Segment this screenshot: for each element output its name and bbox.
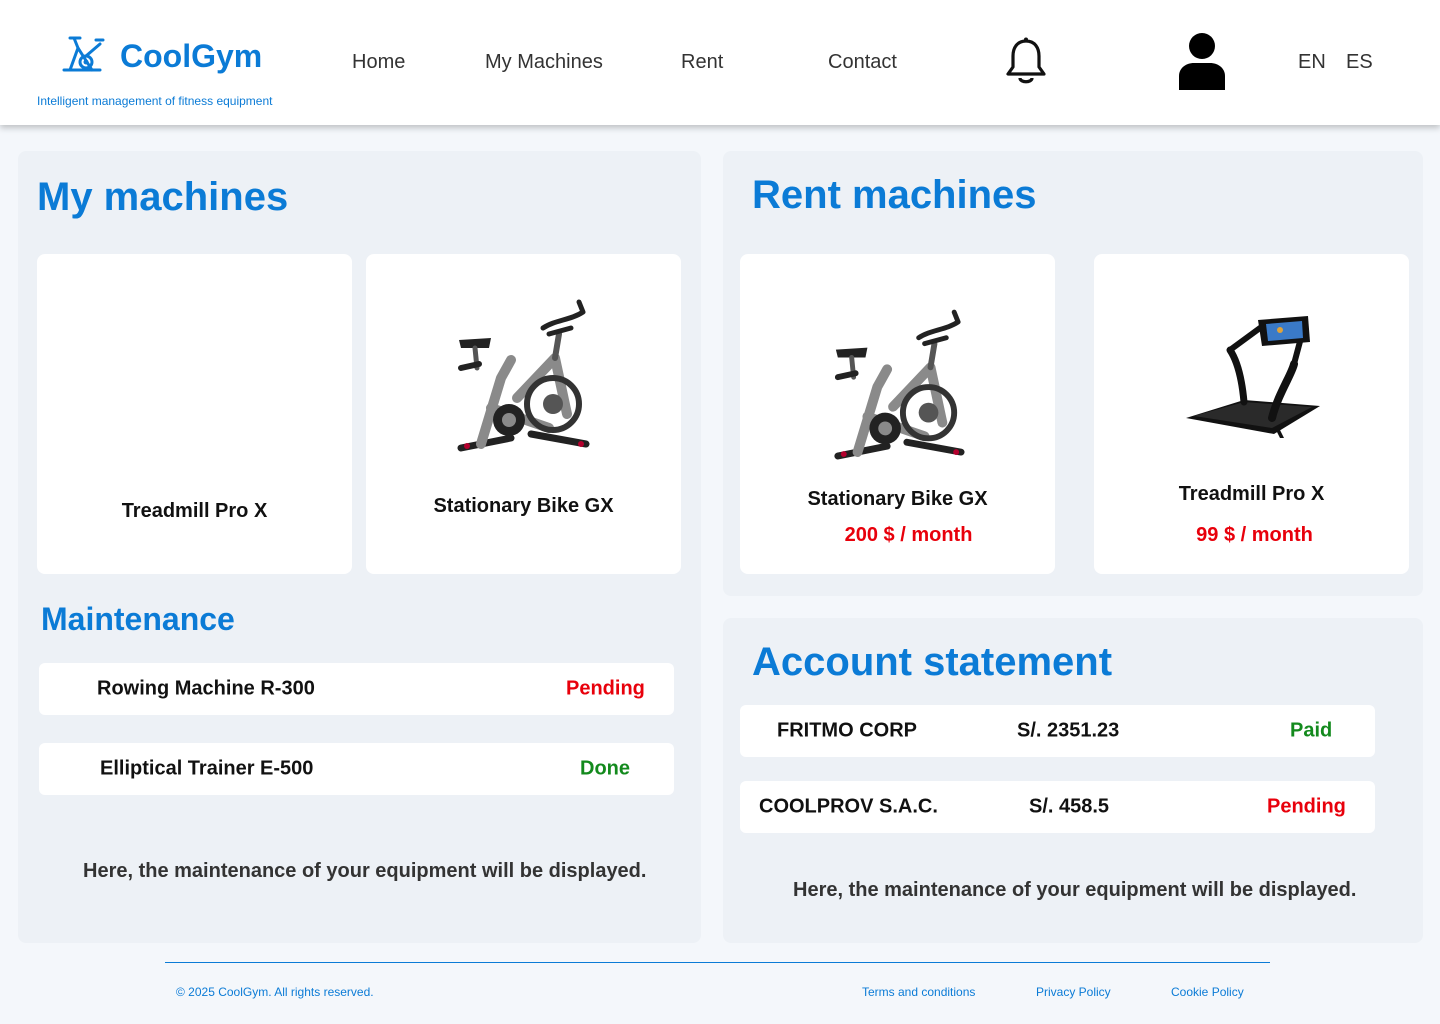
my-machine-card-treadmill[interactable]: Treadmill Pro X <box>37 254 352 574</box>
maintenance-title: Maintenance <box>41 601 235 637</box>
machine-name: Stationary Bike GX <box>433 495 614 517</box>
brand-name[interactable]: CoolGym <box>120 38 262 75</box>
statement-amount: S/. 2351.23 <box>1017 719 1120 742</box>
maintenance-status-badge: Pending <box>566 677 645 700</box>
maintenance-row[interactable]: Rowing Machine R-300 Pending <box>39 663 674 715</box>
footer-divider <box>165 962 1270 963</box>
rent-machine-name: Stationary Bike GX <box>807 488 988 510</box>
nav-rent[interactable]: Rent <box>681 51 723 74</box>
maintenance-machine: Rowing Machine R-300 <box>97 677 315 700</box>
statement-company: FRITMO CORP <box>777 719 917 742</box>
rent-price: 200 $ / month <box>844 524 973 546</box>
user-profile-icon[interactable] <box>1176 32 1228 90</box>
rent-card-bike[interactable]: Stationary Bike GX 200 $ / month <box>740 254 1055 574</box>
rent-price: 99 $ / month <box>1196 524 1313 546</box>
statement-status-badge: Pending <box>1267 795 1346 818</box>
rent-machines-title: Rent machines <box>752 173 1037 217</box>
account-statement-title: Account statement <box>752 640 1113 684</box>
footer-link-cookie[interactable]: Cookie Policy <box>1171 985 1244 999</box>
rent-machines-panel: Rent machines Stationary Bike GX 200 $ /… <box>723 151 1423 596</box>
maintenance-note: Here, the maintenance of your equipment … <box>83 860 647 882</box>
rent-card-treadmill[interactable]: Treadmill Pro X 99 $ / month <box>1094 254 1409 574</box>
top-header: CoolGym Intelligent management of fitnes… <box>0 0 1440 125</box>
statement-row[interactable]: COOLPROV S.A.C. S/. 458.5 Pending <box>740 781 1375 833</box>
footer-link-privacy[interactable]: Privacy Policy <box>1036 985 1111 999</box>
rent-machine-name: Treadmill Pro X <box>1178 483 1325 505</box>
footer-copyright: © 2025 CoolGym. All rights reserved. <box>176 985 374 999</box>
statement-status-badge: Paid <box>1290 719 1333 742</box>
my-machines-panel: My machines Treadmill Pro X Stationary B… <box>18 151 701 943</box>
notification-bell-icon[interactable] <box>1004 36 1048 86</box>
footer-link-terms[interactable]: Terms and conditions <box>862 985 975 999</box>
nav-home[interactable]: Home <box>352 51 405 74</box>
my-machine-card-bike[interactable]: Stationary Bike GX <box>366 254 681 574</box>
brand-tagline: Intelligent management of fitness equipm… <box>37 94 273 108</box>
account-statement-panel: Account statement FRITMO CORP S/. 2351.2… <box>723 618 1423 943</box>
statement-company: COOLPROV S.A.C. <box>759 795 938 818</box>
exercise-bike-logo-icon <box>62 36 105 72</box>
statement-note: Here, the maintenance of your equipment … <box>793 879 1357 901</box>
stationary-bike-icon <box>457 299 590 452</box>
lang-es[interactable]: ES <box>1346 51 1373 74</box>
stationary-bike-icon <box>834 309 965 460</box>
nav-my-machines[interactable]: My Machines <box>485 51 603 74</box>
maintenance-row[interactable]: Elliptical Trainer E-500 Done <box>39 743 674 795</box>
my-machines-title: My machines <box>37 175 289 219</box>
statement-row[interactable]: FRITMO CORP S/. 2351.23 Paid <box>740 705 1375 757</box>
maintenance-machine: Elliptical Trainer E-500 <box>100 757 314 780</box>
nav-contact[interactable]: Contact <box>828 51 897 74</box>
statement-amount: S/. 458.5 <box>1029 795 1110 818</box>
brand-logo[interactable] <box>56 34 106 78</box>
machine-name: Treadmill Pro X <box>121 500 268 522</box>
lang-en[interactable]: EN <box>1298 51 1326 74</box>
treadmill-icon <box>1186 316 1320 438</box>
maintenance-status-badge: Done <box>580 757 630 780</box>
